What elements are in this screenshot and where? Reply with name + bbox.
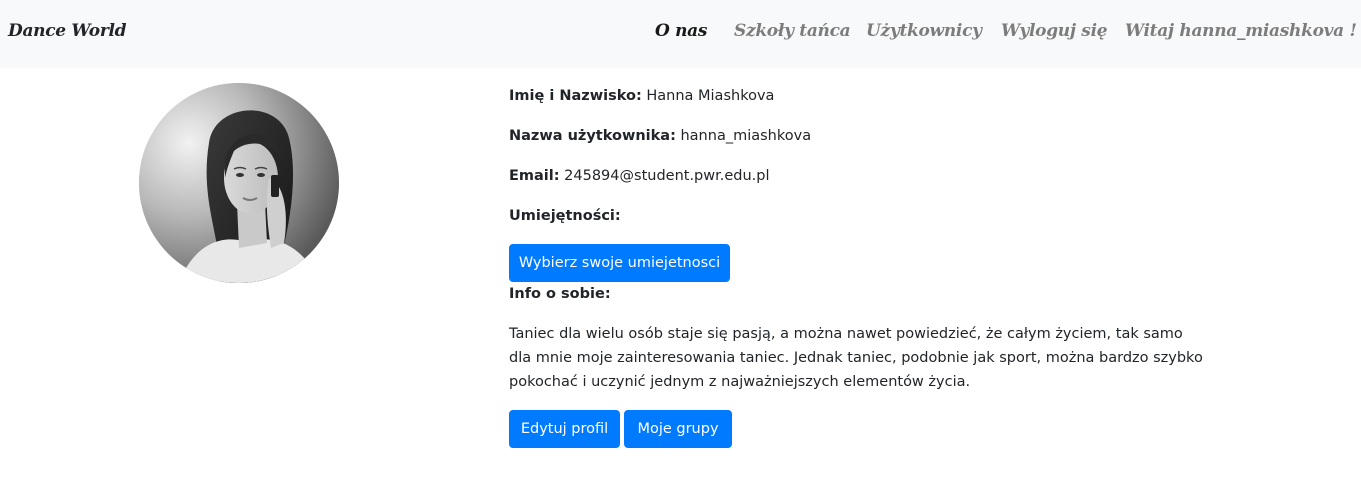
avatar-photo — [139, 83, 339, 283]
full-name-value: Hanna Miashkova — [646, 88, 775, 104]
about-text: Taniec dla wielu osób staje się pasją, a… — [509, 326, 1203, 390]
skills-label: Umiejętności: — [509, 208, 621, 224]
username-value: hanna_miashkova — [680, 128, 812, 144]
my-groups-button[interactable]: Moje grupy — [624, 410, 732, 448]
nav-link-uzytkownicy[interactable]: Użytkownicy — [866, 21, 982, 41]
full-name-label: Imię i Nazwisko: — [509, 88, 642, 104]
about-row: Info o sobie: — [509, 286, 611, 302]
username-label: Nazwa użytkownika: — [509, 128, 676, 144]
brand-logo[interactable]: Dance World — [8, 21, 127, 41]
email-value: 245894@student.pwr.edu.pl — [564, 168, 770, 184]
nav-link-wyloguj[interactable]: Wyloguj się — [1001, 21, 1108, 41]
nav-link-witaj-user[interactable]: Witaj hanna_miashkova ! — [1125, 21, 1357, 41]
nav-link-szkoly-tanca[interactable]: Szkoły tańca — [734, 21, 851, 41]
edit-profile-button[interactable]: Edytuj profil — [509, 410, 620, 448]
choose-skills-button[interactable]: Wybierz swoje umiejetnosci — [509, 244, 730, 282]
email-label: Email: — [509, 168, 560, 184]
email-row: Email: 245894@student.pwr.edu.pl — [509, 168, 770, 184]
navbar: Dance World O nas Szkoły tańca Użytkowni… — [0, 0, 1361, 68]
skills-row: Umiejętności: — [509, 208, 621, 224]
full-name-row: Imię i Nazwisko: Hanna Miashkova — [509, 88, 774, 104]
username-row: Nazwa użytkownika: hanna_miashkova — [509, 128, 811, 144]
avatar — [139, 83, 339, 283]
about-label: Info o sobie: — [509, 286, 611, 302]
nav-link-o-nas[interactable]: O nas — [655, 21, 707, 41]
